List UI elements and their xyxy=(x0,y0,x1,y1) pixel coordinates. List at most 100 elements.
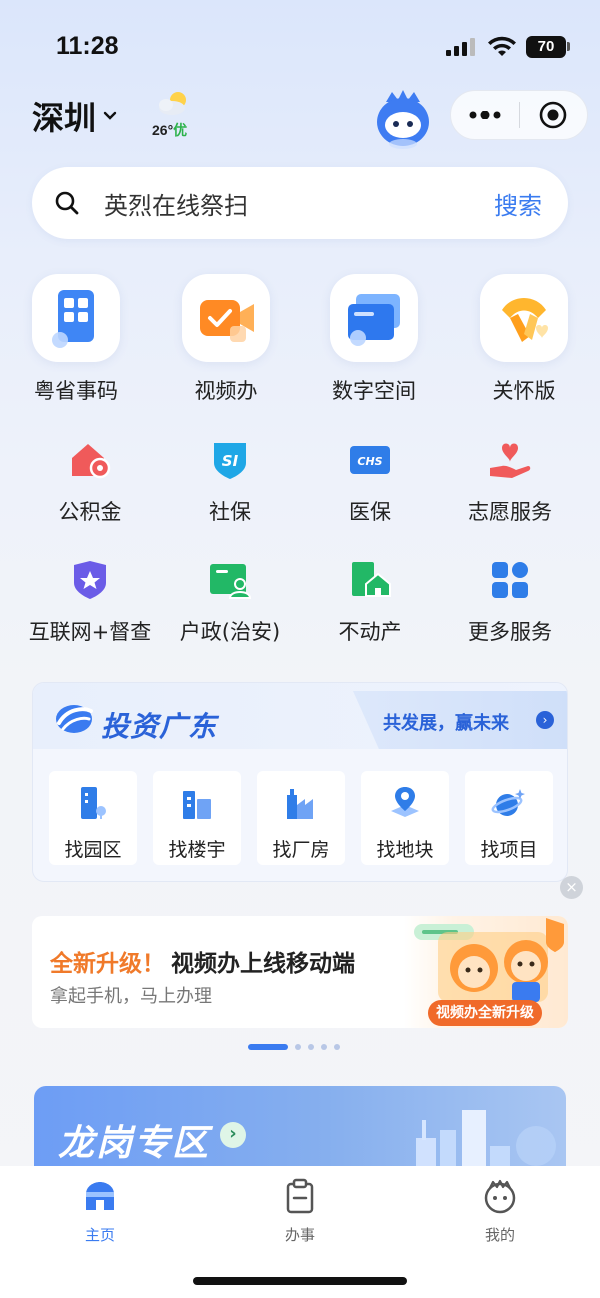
banner-badge: 视频办全新升级 xyxy=(428,1000,542,1026)
tab-profile[interactable]: 我的 xyxy=(450,1178,550,1245)
weather-widget[interactable]: 26°优 xyxy=(150,88,196,138)
weather-temp: 26°优 xyxy=(152,122,188,138)
banner-headline-accent: 全新升级！ xyxy=(50,951,165,977)
feature-label: 数字空间 xyxy=(332,379,416,403)
service-housing-fund[interactable]: 公积金 xyxy=(15,438,165,526)
service-household-registration[interactable]: 户政(治安) xyxy=(155,558,305,646)
carousel-dot[interactable] xyxy=(295,1044,301,1050)
banner-headline-main: 视频办上线移动端 xyxy=(171,951,355,977)
invest-logo-icon xyxy=(56,705,93,733)
carousel-dot[interactable] xyxy=(321,1044,327,1050)
planet-star-icon xyxy=(491,789,525,816)
service-social-security[interactable]: SI 社保 xyxy=(155,438,305,526)
service-volunteer[interactable]: 志愿服务 xyxy=(435,438,585,526)
building-park-icon xyxy=(81,787,106,819)
chevron-down-icon xyxy=(103,111,117,120)
service-label: 互联网+督查 xyxy=(28,620,152,644)
service-label: 医保 xyxy=(349,500,391,524)
invest-title: 投资广东 xyxy=(101,710,218,743)
battery-cap xyxy=(567,42,570,51)
tab-home[interactable]: 主页 xyxy=(50,1178,150,1245)
status-time: 11:28 xyxy=(56,32,119,60)
service-real-estate[interactable]: 不动产 xyxy=(295,558,445,646)
tab-label: 我的 xyxy=(484,1226,515,1244)
city-name: 深圳 xyxy=(32,99,97,137)
social-security-shield-icon: SI xyxy=(208,438,252,482)
tab-label: 办事 xyxy=(284,1226,315,1244)
service-label: 公积金 xyxy=(58,500,122,524)
carousel-dot[interactable] xyxy=(334,1044,340,1050)
city-selector[interactable]: 深圳 xyxy=(32,93,118,139)
id-card-person-icon xyxy=(208,558,252,602)
more-dots-icon xyxy=(469,111,501,119)
housing-fund-icon xyxy=(68,438,112,482)
profile-mascot-icon xyxy=(484,1179,516,1214)
office-towers-icon xyxy=(183,791,211,819)
service-more[interactable]: 更多服务 xyxy=(435,558,585,646)
real-estate-icon xyxy=(348,558,392,602)
service-medical-insurance[interactable]: CHS 医保 xyxy=(295,438,445,526)
invest-item-label: 找项目 xyxy=(480,839,538,861)
invest-item-land[interactable]: 找地块 xyxy=(361,771,449,865)
carousel-dot[interactable] xyxy=(308,1044,314,1050)
invest-slogan[interactable]: 共发展，赢未来 xyxy=(383,709,509,735)
battery-icon: 70 xyxy=(526,36,566,58)
invest-item-label: 找地块 xyxy=(376,839,434,861)
chs-medical-insurance-icon: CHS xyxy=(348,438,392,482)
search-bar[interactable]: 英烈在线祭扫 搜索 xyxy=(32,167,568,239)
svg-text:SI: SI xyxy=(222,452,239,470)
svg-text:CHS: CHS xyxy=(357,455,382,468)
feature-label: 关怀版 xyxy=(492,379,556,403)
service-label: 志愿服务 xyxy=(468,500,552,524)
feature-care-edition[interactable]: 关怀版 xyxy=(464,274,584,405)
video-camera-icon xyxy=(182,274,270,362)
target-circle-icon xyxy=(539,101,567,129)
zone-title: 龙岗专区 xyxy=(58,1123,211,1164)
heart-hand-icon xyxy=(488,438,532,482)
factory-icon xyxy=(287,789,313,819)
clipboard-icon xyxy=(286,1178,314,1214)
invest-item-park[interactable]: 找园区 xyxy=(49,771,137,865)
home-icon xyxy=(86,1182,114,1210)
tab-services[interactable]: 办事 xyxy=(250,1178,350,1245)
search-input[interactable]: 英烈在线祭扫 xyxy=(104,186,494,221)
banner-subtitle: 拿起手机，马上办理 xyxy=(50,986,212,1007)
more-menu-button[interactable] xyxy=(451,90,519,140)
home-indicator xyxy=(193,1277,407,1285)
qr-code-card-icon xyxy=(32,274,120,362)
carousel-dot-active[interactable] xyxy=(248,1044,288,1050)
service-internet-supervision[interactable]: 互联网+督查 xyxy=(15,558,165,646)
service-label: 社保 xyxy=(209,500,251,524)
chevron-right-icon[interactable]: › xyxy=(220,1122,246,1148)
feature-label: 粤省事码 xyxy=(34,379,118,403)
service-label: 不动产 xyxy=(338,620,402,644)
star-shield-icon xyxy=(68,558,112,602)
search-button[interactable]: 搜索 xyxy=(494,186,542,221)
tab-label: 主页 xyxy=(84,1226,115,1244)
invest-item-label: 找厂房 xyxy=(272,839,330,861)
wifi-icon xyxy=(488,36,516,56)
banner-headline: 全新升级！ 视频办上线移动端 xyxy=(50,944,355,978)
feature-yueshengshi-code[interactable]: 粤省事码 xyxy=(16,274,136,405)
folder-cards-icon xyxy=(330,274,418,362)
invest-item-building[interactable]: 找楼宇 xyxy=(153,771,241,865)
assistant-mascot-icon[interactable] xyxy=(372,88,434,150)
carousel-indicator xyxy=(248,1044,340,1050)
grid-apps-icon xyxy=(488,558,532,602)
close-icon[interactable]: × xyxy=(560,876,583,899)
close-miniprogram-button[interactable] xyxy=(520,90,588,140)
feature-label: 视频办 xyxy=(194,379,258,403)
invest-guangdong-card: 投资广东 共发展，赢未来 › 找园区 找楼宇 找厂房 找地块 找项目 xyxy=(32,682,568,882)
feature-video-service[interactable]: 视频办 xyxy=(166,274,286,405)
invest-item-label: 找楼宇 xyxy=(168,839,226,861)
feature-digital-space[interactable]: 数字空间 xyxy=(314,274,434,405)
invest-item-label: 找园区 xyxy=(64,839,122,861)
invest-item-project[interactable]: 找项目 xyxy=(465,771,553,865)
cellular-signal-icon xyxy=(446,38,475,56)
partly-cloudy-icon xyxy=(159,92,186,115)
service-label: 更多服务 xyxy=(468,620,552,644)
invest-item-factory[interactable]: 找厂房 xyxy=(257,771,345,865)
care-ribbon-icon xyxy=(480,274,568,362)
miniprogram-capsule xyxy=(450,90,588,140)
chevron-right-icon[interactable]: › xyxy=(536,711,554,729)
